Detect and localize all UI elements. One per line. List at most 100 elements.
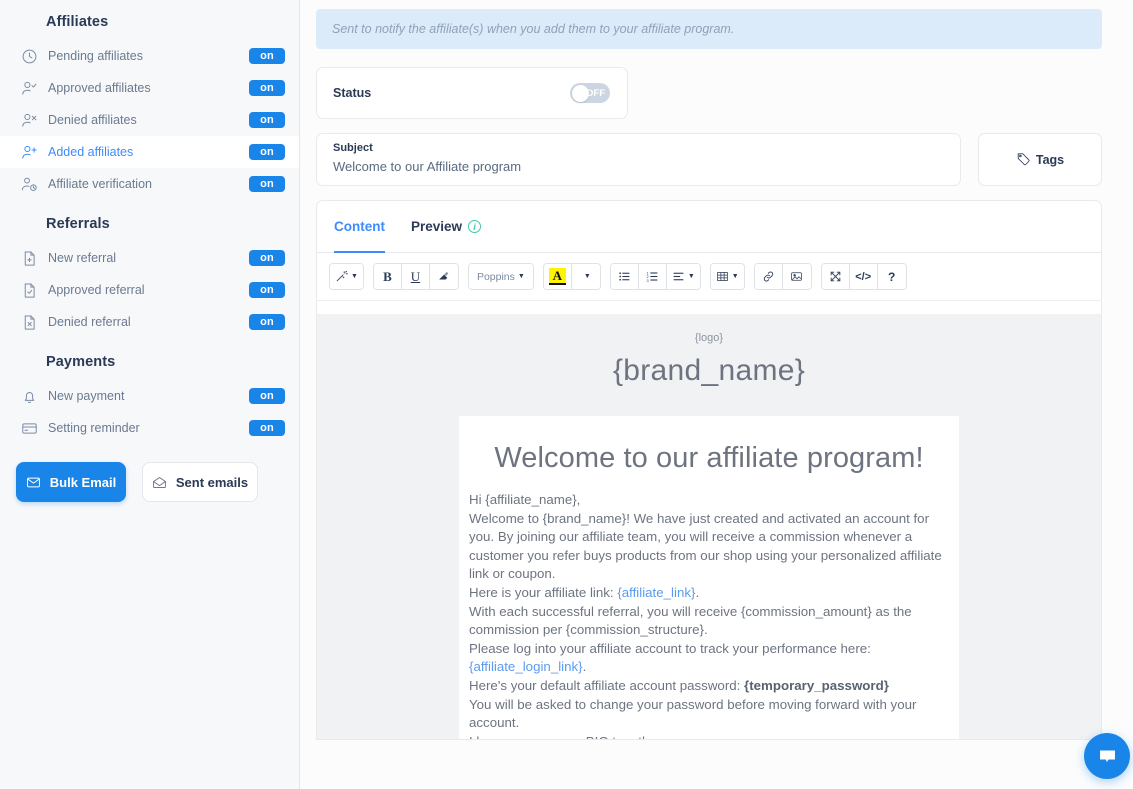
svg-text:3: 3 <box>646 279 648 283</box>
affiliate-login-link[interactable]: {affiliate_login_link} <box>469 659 583 674</box>
image-icon[interactable] <box>782 264 811 289</box>
sent-emails-label: Sent emails <box>175 474 249 490</box>
tab-preview[interactable]: Preview i <box>411 201 482 253</box>
email-paragraph-4: You will be asked to change your passwor… <box>469 696 917 731</box>
email-preview-canvas[interactable]: {logo} {brand_name} Welcome to our affil… <box>317 314 1101 739</box>
status-badge[interactable]: on <box>249 112 285 128</box>
sidebar-item-label: Setting reminder <box>48 421 140 435</box>
font-family-value: Poppins <box>476 270 515 283</box>
numbered-list-icon[interactable]: 123 <box>638 264 667 289</box>
font-color-dropdown[interactable]: ▼ <box>571 264 600 289</box>
sidebar-item-denied-referral[interactable]: Denied referral on <box>0 306 299 338</box>
envelope-icon <box>26 477 40 487</box>
info-icon[interactable]: i <box>468 220 482 233</box>
subject-label: Subject <box>333 142 373 154</box>
status-badge[interactable]: on <box>249 250 285 266</box>
status-badge[interactable]: on <box>249 48 285 64</box>
user-x-icon <box>18 109 40 131</box>
sidebar-item-label: New payment <box>48 389 125 403</box>
link-suffix: . <box>695 584 700 600</box>
sidebar-item-pending-affiliates[interactable]: Pending affiliates on <box>0 40 299 72</box>
sidebar-item-new-payment[interactable]: New payment on <box>0 380 299 412</box>
help-label: ? <box>888 269 896 284</box>
email-body: Welcome to our affiliate program! Hi {af… <box>459 416 959 739</box>
editor-toolbar: ▼ B U Poppins ▼ A ▼ 1 2 3 ▼ ▼ </> ? <box>317 253 1101 301</box>
sidebar-item-label: Approved affiliates <box>48 81 151 95</box>
sidebar-item-setting-reminder[interactable]: Setting reminder on <box>0 412 299 444</box>
chevron-down-icon: ▼ <box>583 273 591 280</box>
email-heading: Welcome to our affiliate program! <box>494 442 924 474</box>
status-badge[interactable]: on <box>249 176 285 192</box>
chat-bubble-button[interactable] <box>1084 733 1130 779</box>
chevron-down-icon: ▼ <box>351 273 358 280</box>
status-badge[interactable]: on <box>249 420 285 436</box>
status-badge[interactable]: on <box>249 282 285 298</box>
bold-label: B <box>383 268 392 284</box>
affiliate-link[interactable]: {affiliate_link} <box>617 585 695 600</box>
fullscreen-icon[interactable] <box>821 264 850 289</box>
sidebar-item-label: Added affiliates <box>48 145 134 159</box>
file-x-icon <box>18 311 40 333</box>
clock-icon <box>18 45 40 67</box>
sidebar-item-approved-referral[interactable]: Approved referral on <box>0 274 299 306</box>
tag-icon <box>1017 153 1030 166</box>
status-badge[interactable]: on <box>249 144 285 160</box>
eraser-icon[interactable] <box>429 264 458 289</box>
bulk-email-button[interactable]: Bulk Email <box>16 462 126 502</box>
main-content: Sent to notify the affiliate(s) when you… <box>300 0 1133 789</box>
email-affiliate-link-line: Here is your affiliate link: {affiliate_… <box>469 584 949 603</box>
help-button[interactable]: ? <box>877 264 906 289</box>
link-prefix: Here is your affiliate link: <box>469 584 618 600</box>
user-plus-icon <box>18 141 40 163</box>
sidebar-item-added-affiliates[interactable]: Added affiliates on <box>0 136 299 168</box>
subject-input[interactable] <box>333 159 944 174</box>
status-badge[interactable]: on <box>249 388 285 404</box>
underline-button[interactable]: U <box>401 264 430 289</box>
toolbar-group-format: B U <box>372 263 459 290</box>
file-plus-icon <box>18 247 40 269</box>
toolbar-group-insert <box>753 263 812 290</box>
email-paragraph-2: With each successful referral, you will … <box>469 603 912 638</box>
sidebar-item-affiliate-verification[interactable]: Affiliate verification on <box>0 168 299 200</box>
font-color-swatch: A <box>548 268 566 285</box>
chat-bubble-icon <box>1099 750 1115 762</box>
sidebar-section-title-referrals: Referrals <box>46 216 110 232</box>
status-toggle[interactable]: OFF <box>570 83 610 103</box>
sidebar-item-approved-affiliates[interactable]: Approved affiliates on <box>0 72 299 104</box>
tags-label: Tags <box>1035 152 1065 167</box>
font-color-button[interactable]: A <box>543 264 572 289</box>
toolbar-group-tools: </> ? <box>820 263 907 290</box>
status-badge[interactable]: on <box>249 80 285 96</box>
sidebar-item-denied-affiliates[interactable]: Denied affiliates on <box>0 104 299 136</box>
password-prefix: Here's your default affiliate account pa… <box>469 677 745 693</box>
magic-wand-icon[interactable]: ▼ <box>330 264 363 289</box>
status-card: Status OFF <box>316 67 628 119</box>
subject-row: Subject Tags <box>316 133 1102 186</box>
status-label: Status <box>333 86 372 100</box>
sidebar-item-new-referral[interactable]: New referral on <box>0 242 299 274</box>
bell-icon <box>18 385 40 407</box>
sidebar-section-title-payments: Payments <box>46 354 116 370</box>
align-icon[interactable]: ▼ <box>666 264 700 289</box>
sidebar: Affiliates Pending affiliates on Approve… <box>0 0 300 789</box>
sent-emails-button[interactable]: Sent emails <box>142 462 258 502</box>
bullet-list-icon[interactable] <box>610 264 639 289</box>
code-view-button[interactable]: </> <box>849 264 878 289</box>
toolbar-group-color: A ▼ <box>542 263 601 290</box>
toggle-state-label: OFF <box>586 87 605 99</box>
info-banner-text: Sent to notify the affiliate(s) when you… <box>332 22 735 36</box>
toolbar-group-magic: ▼ <box>329 263 364 290</box>
email-password-line: Here's your default affiliate account pa… <box>469 677 949 696</box>
table-icon[interactable]: ▼ <box>710 264 744 289</box>
bold-button[interactable]: B <box>373 264 402 289</box>
link-icon[interactable] <box>754 264 783 289</box>
status-badge[interactable]: on <box>249 314 285 330</box>
info-banner: Sent to notify the affiliate(s) when you… <box>316 9 1102 49</box>
font-family-dropdown[interactable]: Poppins ▼ <box>468 264 533 289</box>
tab-content[interactable]: Content <box>334 201 385 253</box>
user-check-icon <box>18 77 40 99</box>
email-paragraph-1: Welcome to {brand_name}! We have just cr… <box>469 510 942 582</box>
email-paragraph-5: I hope we can earn BIG together. <box>469 733 949 739</box>
tags-button[interactable]: Tags <box>978 133 1102 186</box>
